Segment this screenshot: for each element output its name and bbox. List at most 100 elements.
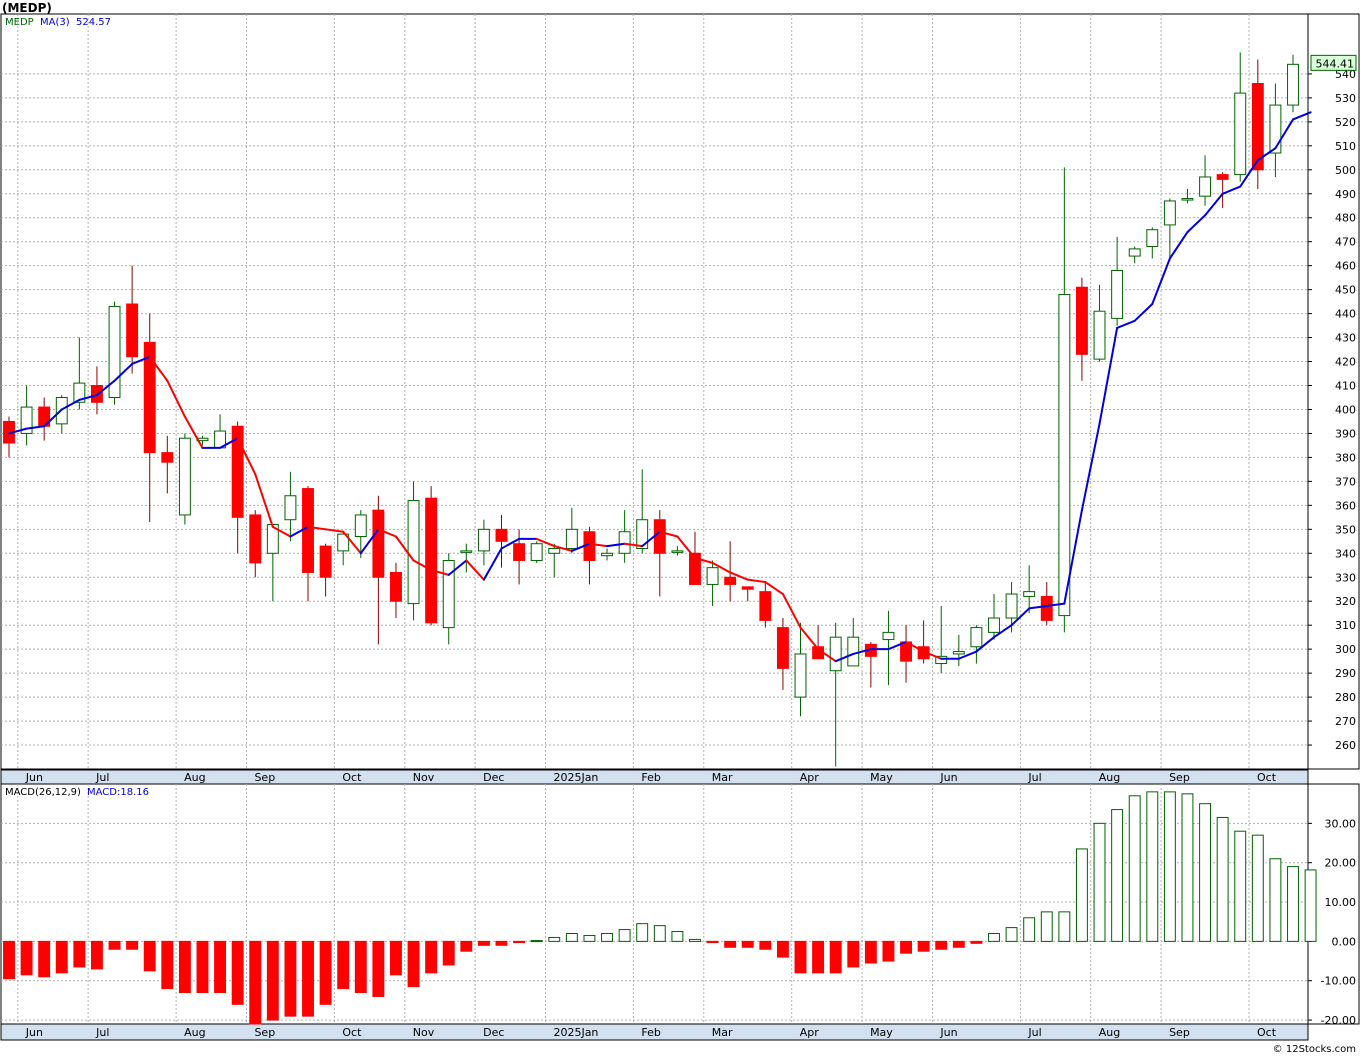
- candle-body: [1234, 92, 1247, 176]
- candle-body: [126, 303, 139, 358]
- macd-bar: [741, 940, 754, 948]
- candle-body: [548, 547, 561, 554]
- candle-body: [565, 528, 578, 549]
- price-tick-label: 420: [1335, 356, 1356, 369]
- candle-body: [477, 528, 490, 552]
- macd-bar: [38, 940, 51, 978]
- price-tick-label: 370: [1335, 475, 1356, 488]
- macd-bar: [1216, 816, 1229, 942]
- macd-bar: [1093, 822, 1106, 942]
- macd-bar: [126, 940, 139, 950]
- macd-bar: [55, 940, 68, 974]
- month-label: Nov: [413, 771, 435, 784]
- macd-bar: [108, 940, 121, 950]
- candle-body: [882, 631, 895, 641]
- candle-body: [724, 576, 737, 585]
- macd-bar: [952, 940, 965, 948]
- macd-bar: [196, 940, 209, 994]
- candle-body: [1163, 200, 1176, 226]
- macd-bar: [477, 940, 490, 946]
- candle-body: [653, 519, 666, 554]
- macd-bar: [636, 923, 649, 942]
- macd-bar: [917, 940, 930, 952]
- macd-bar: [337, 940, 350, 990]
- macd-bar: [143, 940, 156, 972]
- macd-bar: [90, 940, 103, 970]
- month-label: Jun: [25, 1026, 43, 1039]
- candle-body: [390, 571, 402, 602]
- price-tick-label: 430: [1335, 332, 1356, 345]
- month-label: Sep: [1169, 1026, 1190, 1039]
- macd-bar: [847, 940, 860, 968]
- macd-bar: [1181, 793, 1194, 942]
- price-tick-label: 330: [1335, 571, 1356, 584]
- macd-bar: [882, 940, 895, 962]
- candle-body: [741, 586, 754, 590]
- macd-bar: [1146, 791, 1159, 942]
- stock-chart: (MEDP) © 12Stocks.com Jun Jun Jul Jul Aug Aug…: [0, 0, 1360, 1056]
- month-label: Dec: [483, 771, 504, 784]
- last-price-label: 544.41: [1316, 57, 1355, 70]
- month-label: Oct: [342, 1026, 362, 1039]
- month-label: Nov: [413, 1026, 435, 1039]
- price-tick-label: 270: [1335, 715, 1356, 728]
- month-label: Jul: [95, 1026, 109, 1039]
- price-tick-label: 360: [1335, 499, 1356, 512]
- candle-body: [618, 531, 631, 554]
- macd-bar: [1163, 791, 1176, 942]
- candle-body: [847, 636, 860, 667]
- month-label: Apr: [800, 1026, 820, 1039]
- macd-tick-label: 30.00: [1325, 817, 1357, 830]
- candle-body: [706, 567, 719, 585]
- month-label: Jun: [939, 1026, 957, 1039]
- legend-ma-value: 524.57: [76, 17, 111, 28]
- month-label: Jun: [939, 771, 957, 784]
- macd-bar: [390, 940, 402, 976]
- month-label: Apr: [800, 771, 820, 784]
- macd-bar: [1287, 866, 1299, 942]
- macd-bar: [970, 940, 983, 944]
- month-label: Jul: [95, 771, 109, 784]
- credit-text: © 12Stocks.com: [1273, 1044, 1356, 1055]
- price-tick-label: 310: [1335, 619, 1356, 632]
- macd-bar: [1023, 917, 1036, 942]
- candle-body: [988, 617, 1000, 633]
- macd-bar: [706, 940, 719, 944]
- macd-bar: [266, 940, 279, 1021]
- month-label: Oct: [1257, 1026, 1277, 1039]
- macd-bar: [407, 940, 420, 988]
- chart-canvas: (MEDP) © 12Stocks.com Jun Jun Jul Jul Aug Aug…: [0, 1, 1360, 1055]
- macd-bar: [319, 940, 332, 1005]
- macd-bar: [1111, 809, 1124, 942]
- price-tick-label: 480: [1335, 212, 1356, 225]
- candle-body: [759, 591, 772, 621]
- macd-bar: [864, 940, 877, 964]
- macd-bar: [354, 940, 367, 994]
- month-label: Jul: [1027, 1026, 1041, 1039]
- candle-body: [1128, 248, 1141, 257]
- price-tick-label: 520: [1335, 116, 1356, 129]
- macd-bar: [1251, 834, 1264, 942]
- macd-bar: [812, 940, 825, 974]
- price-tick-label: 260: [1335, 739, 1356, 752]
- month-label: Jun: [25, 771, 43, 784]
- price-tick-label: 460: [1335, 260, 1356, 273]
- month-label: Sep: [1169, 771, 1190, 784]
- candle-body: [1093, 310, 1106, 360]
- candle-body: [1023, 591, 1036, 597]
- macd-bar: [759, 940, 772, 950]
- macd-bar: [73, 940, 86, 968]
- month-label: Oct: [1257, 771, 1277, 784]
- candle-body: [495, 528, 508, 542]
- month-label: Jul: [1027, 771, 1041, 784]
- macd-bar: [548, 936, 561, 942]
- macd-bar: [583, 934, 596, 942]
- price-tick-label: 290: [1335, 667, 1356, 680]
- candle-body: [776, 627, 789, 669]
- month-label: Oct: [342, 771, 362, 784]
- month-label: May: [870, 1026, 893, 1039]
- month-label: 2025Jan: [553, 1026, 598, 1039]
- month-label: Sep: [254, 1026, 275, 1039]
- macd-bar: [724, 940, 737, 948]
- price-tick-label: 490: [1335, 188, 1356, 201]
